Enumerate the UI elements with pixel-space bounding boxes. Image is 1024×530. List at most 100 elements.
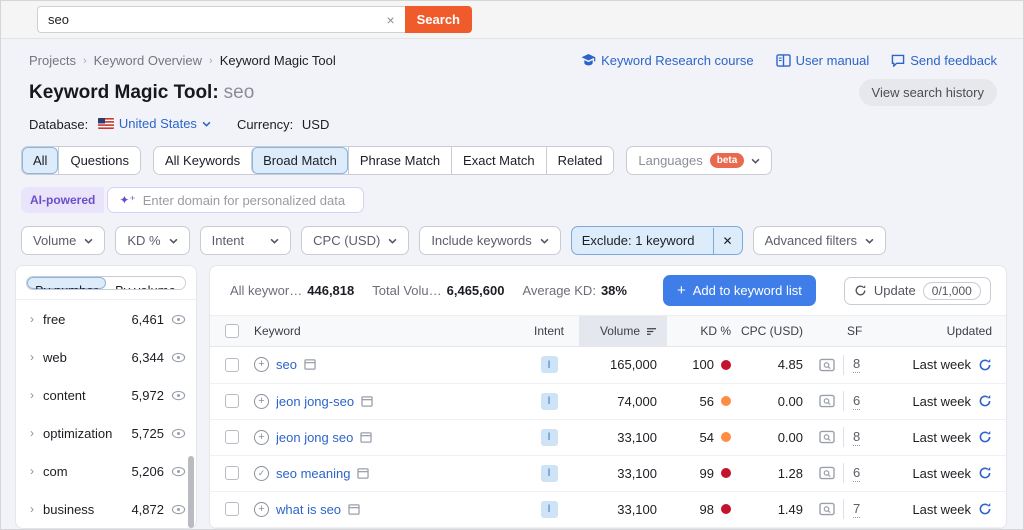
sf-value[interactable]: 6 — [853, 393, 861, 410]
serp-preview-icon[interactable] — [819, 358, 835, 372]
intent-badge[interactable]: I — [540, 392, 558, 410]
sort-by-number-button[interactable]: By number — [27, 277, 106, 289]
keyword-link[interactable]: jeon jong-seo — [276, 394, 354, 409]
refresh-icon[interactable] — [978, 394, 992, 408]
cpc-filter[interactable]: CPC (USD) — [301, 226, 410, 255]
serp-preview-icon[interactable] — [819, 394, 835, 408]
volume-filter[interactable]: Volume — [21, 226, 106, 255]
select-all-checkbox[interactable] — [225, 324, 239, 339]
col-updated[interactable]: Updated — [947, 324, 992, 338]
tab-questions[interactable]: Questions — [58, 147, 140, 174]
tab-exact-match[interactable]: Exact Match — [451, 147, 546, 174]
intent-badge[interactable]: I — [540, 500, 558, 518]
col-volume[interactable]: Volume — [579, 316, 667, 347]
eye-icon[interactable] — [171, 388, 186, 403]
group-item-optimization[interactable]: › optimization 5,725 — [16, 414, 196, 452]
serp-preview-icon[interactable] — [819, 430, 835, 444]
include-keywords-filter[interactable]: Include keywords — [419, 226, 561, 255]
kd-value: 54 — [699, 429, 714, 445]
row-checkbox[interactable] — [225, 430, 239, 445]
refresh-icon[interactable] — [978, 466, 992, 480]
group-item-web[interactable]: › web 6,344 — [16, 338, 196, 376]
intent-badge[interactable]: I — [540, 464, 558, 482]
chevron-right-icon[interactable]: › — [30, 464, 34, 478]
intent-badge[interactable]: I — [540, 356, 558, 374]
user-manual-link[interactable]: User manual — [775, 53, 869, 68]
add-keyword-icon[interactable] — [254, 393, 269, 409]
view-search-history-button[interactable]: View search history — [858, 79, 997, 106]
add-keyword-icon[interactable] — [254, 429, 269, 445]
sf-value[interactable]: 8 — [853, 356, 861, 374]
serp-preview-icon[interactable] — [819, 466, 835, 480]
keyword-link[interactable]: seo — [276, 357, 297, 372]
col-sf[interactable]: SF — [847, 324, 862, 338]
refresh-icon[interactable] — [978, 430, 992, 444]
refresh-icon[interactable] — [978, 502, 992, 516]
group-item-business[interactable]: › business 4,872 — [16, 490, 196, 528]
tab-related[interactable]: Related — [545, 147, 614, 174]
serp-window-icon[interactable] — [304, 359, 316, 371]
domain-input[interactable] — [142, 192, 353, 208]
eye-icon[interactable] — [171, 464, 186, 479]
col-kd[interactable]: KD % — [700, 324, 731, 338]
advanced-filters[interactable]: Advanced filters — [752, 226, 887, 255]
breadcrumb-keyword-overview[interactable]: Keyword Overview — [94, 53, 202, 68]
keyword-link[interactable]: seo meaning — [276, 466, 350, 481]
chevron-right-icon[interactable]: › — [30, 350, 34, 364]
sf-value[interactable]: 7 — [853, 501, 861, 518]
row-checkbox[interactable] — [225, 394, 239, 409]
row-checkbox[interactable] — [225, 466, 239, 481]
tab-broad-match[interactable]: Broad Match — [251, 147, 348, 174]
send-feedback-link[interactable]: Send feedback — [891, 53, 997, 68]
search-button[interactable]: Search — [404, 6, 472, 33]
sf-value[interactable]: 6 — [853, 465, 861, 482]
row-checkbox[interactable] — [225, 502, 239, 517]
clear-search-icon[interactable]: × — [384, 12, 396, 28]
refresh-icon[interactable] — [978, 358, 992, 372]
keyword-link[interactable]: jeon jong seo — [276, 430, 353, 445]
serp-preview-icon[interactable] — [819, 502, 835, 516]
serp-window-icon[interactable] — [357, 468, 370, 479]
exclude-keywords-filter[interactable]: Exclude: 1 keyword ✕ — [570, 226, 743, 255]
eye-icon[interactable] — [171, 312, 186, 327]
col-intent[interactable]: Intent — [534, 324, 564, 338]
serp-window-icon[interactable] — [361, 395, 373, 407]
group-item-com[interactable]: › com 5,206 — [16, 452, 196, 490]
search-input[interactable] — [48, 12, 385, 27]
languages-dropdown[interactable]: Languages beta — [626, 146, 773, 175]
chevron-right-icon[interactable]: › — [30, 312, 34, 326]
chevron-right-icon[interactable]: › — [30, 426, 34, 440]
eye-icon[interactable] — [171, 502, 186, 517]
col-cpc[interactable]: CPC (USD) — [741, 324, 803, 338]
eye-icon[interactable] — [171, 350, 186, 365]
keyword-link[interactable]: what is seo — [276, 502, 341, 517]
group-item-free[interactable]: › free 6,461 — [16, 300, 196, 338]
add-keyword-icon[interactable] — [254, 501, 269, 517]
sidebar-scrollbar[interactable] — [188, 456, 194, 528]
intent-badge[interactable]: I — [540, 428, 558, 446]
serp-window-icon[interactable] — [348, 504, 360, 515]
group-item-content[interactable]: › content 5,972 — [16, 376, 196, 414]
kd-filter[interactable]: KD % — [115, 226, 190, 255]
eye-icon[interactable] — [171, 426, 186, 441]
added-keyword-icon[interactable] — [254, 465, 269, 481]
add-keyword-icon[interactable] — [254, 357, 269, 373]
serp-window-icon[interactable] — [360, 431, 373, 443]
database-selector[interactable]: United States — [97, 116, 211, 131]
chevron-right-icon[interactable]: › — [30, 502, 34, 516]
chevron-right-icon[interactable]: › — [30, 388, 34, 402]
keyword-research-course-link[interactable]: Keyword Research course — [581, 53, 754, 68]
breadcrumb-projects[interactable]: Projects — [29, 53, 76, 68]
update-button[interactable]: Update 0/1,000 — [843, 276, 991, 305]
row-checkbox[interactable] — [225, 357, 239, 372]
tab-phrase-match[interactable]: Phrase Match — [347, 147, 452, 174]
intent-filter[interactable]: Intent — [199, 226, 292, 255]
chevron-down-icon — [270, 238, 279, 244]
tab-all-keywords[interactable]: All Keywords — [154, 147, 252, 174]
tab-all[interactable]: All — [22, 147, 59, 174]
remove-exclude-filter-icon[interactable]: ✕ — [712, 227, 742, 254]
col-keyword[interactable]: Keyword — [254, 324, 301, 338]
sort-by-volume-button[interactable]: By volume — [106, 277, 185, 289]
add-to-keyword-list-button[interactable]: + Add to keyword list — [662, 275, 816, 306]
sf-value[interactable]: 8 — [853, 429, 861, 446]
